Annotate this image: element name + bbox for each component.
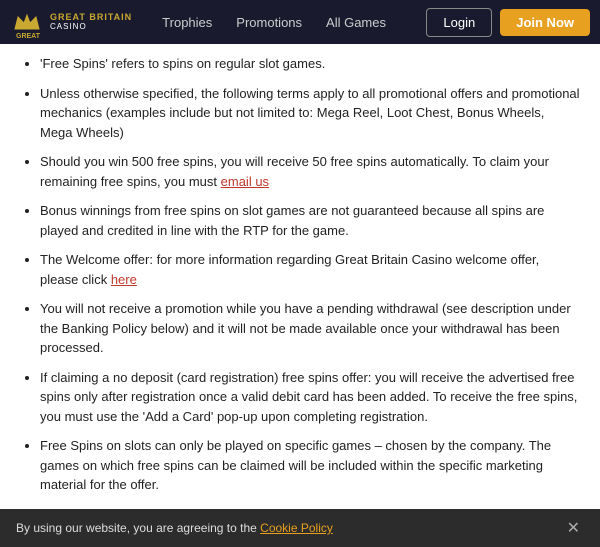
join-button[interactable]: Join Now xyxy=(500,9,590,36)
cookie-close-button[interactable]: ✕ xyxy=(563,518,584,538)
main-content: 'Free Spins' refers to spins on regular … xyxy=(0,44,600,547)
logo-text-casino: CASINO xyxy=(50,23,132,32)
svg-text:GREAT: GREAT xyxy=(16,33,41,39)
list-item: Bonus winnings from free spins on slot g… xyxy=(40,201,580,240)
login-button[interactable]: Login xyxy=(426,8,492,37)
logo-area: GREAT GREAT BRITAIN CASINO xyxy=(10,5,132,39)
cookie-policy-link[interactable]: Cookie Policy xyxy=(260,521,333,535)
main-nav: Trophies Promotions All Games xyxy=(150,0,418,44)
here-link[interactable]: here xyxy=(111,272,137,287)
logo-icon: GREAT xyxy=(10,5,44,39)
list-item: Unless otherwise specified, the followin… xyxy=(40,84,580,143)
header-buttons: Login Join Now xyxy=(426,8,590,37)
list-item: Should you win 500 free spins, you will … xyxy=(40,152,580,191)
nav-all-games[interactable]: All Games xyxy=(314,0,398,44)
list-item: Free Spins on slots can only be played o… xyxy=(40,436,580,495)
header: GREAT GREAT BRITAIN CASINO Trophies Prom… xyxy=(0,0,600,44)
nav-promotions[interactable]: Promotions xyxy=(224,0,314,44)
nav-trophies[interactable]: Trophies xyxy=(150,0,224,44)
list-item: 'Free Spins' refers to spins on regular … xyxy=(40,54,580,74)
list-item: If claiming a no deposit (card registrat… xyxy=(40,368,580,427)
cookie-bar-text: By using our website, you are agreeing t… xyxy=(16,521,563,535)
terms-list: 'Free Spins' refers to spins on regular … xyxy=(20,54,580,547)
list-item: You will not receive a promotion while y… xyxy=(40,299,580,358)
email-us-link[interactable]: email us xyxy=(221,174,269,189)
list-item: The Welcome offer: for more information … xyxy=(40,250,580,289)
cookie-bar: By using our website, you are agreeing t… xyxy=(0,509,600,547)
